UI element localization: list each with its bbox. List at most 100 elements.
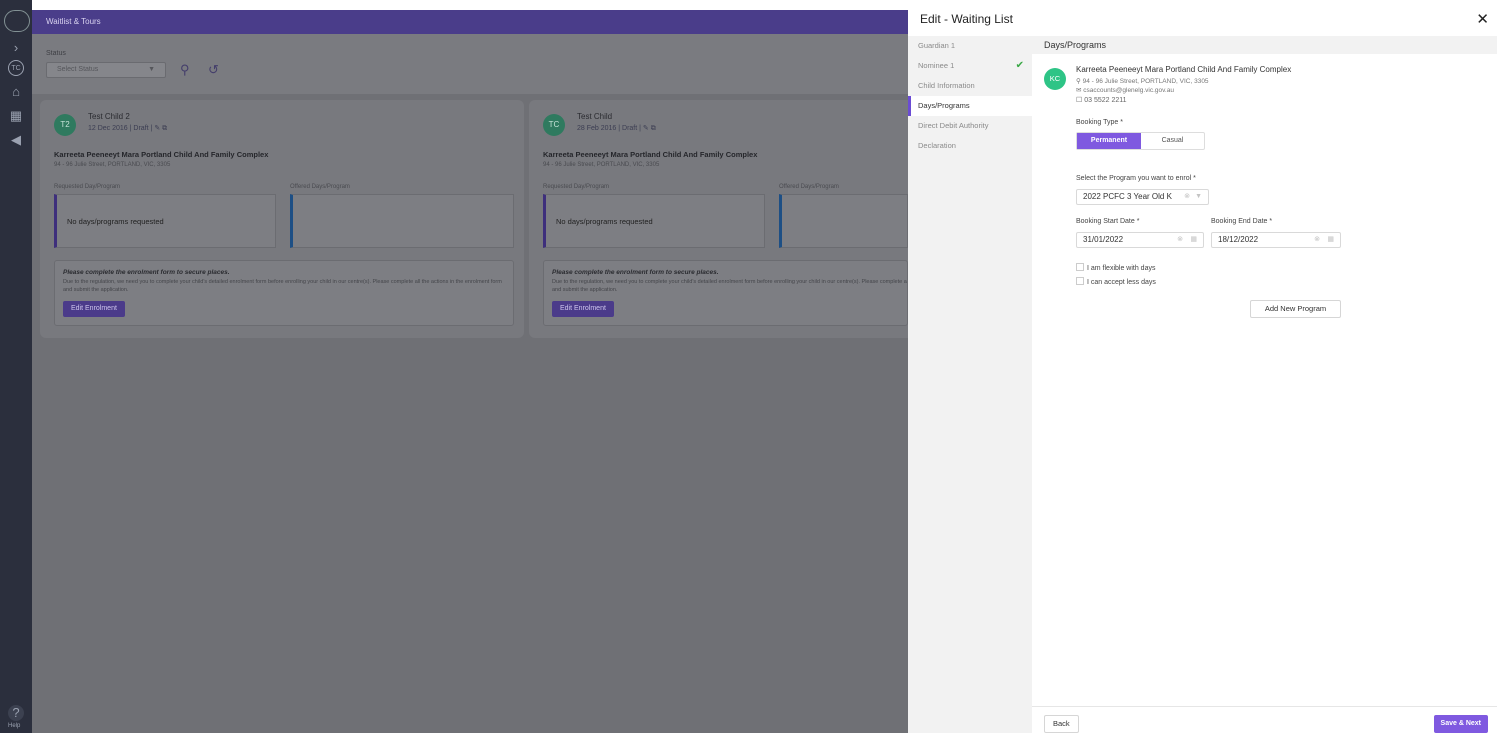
notice-title: Please complete the enrolment form to se… — [552, 269, 719, 276]
drawer-footer: Back Save & Next — [1032, 706, 1497, 733]
step-nominee-1[interactable]: Nominee 1 ✔ — [908, 56, 1032, 76]
address-text: 94 - 96 Julie Street, PORTLAND, VIC, 330… — [1082, 78, 1209, 85]
step-child-information[interactable]: Child Information — [908, 76, 1032, 96]
enrolment-notice: Please complete the enrolment form to se… — [54, 260, 514, 326]
step-label: Guardian 1 — [918, 41, 956, 50]
centre-name: Karreeta Peeneeyt Mara Portland Child An… — [543, 150, 758, 159]
left-rail: › TC ⌂ ▦ ◀ ? Help — [0, 0, 32, 733]
step-direct-debit-authority[interactable]: Direct Debit Authority — [908, 116, 1032, 136]
birth-date: 12 Dec 2016 — [88, 125, 128, 132]
permanent-button[interactable]: Permanent — [1077, 133, 1141, 149]
check-icon: ✔ — [1015, 60, 1024, 71]
centre-address: 94 - 96 Julie Street, PORTLAND, VIC, 330… — [54, 162, 171, 168]
checkbox-icon — [1076, 263, 1084, 271]
calendar-icon[interactable]: ▦ — [1190, 233, 1197, 247]
status-label: Status — [46, 50, 66, 57]
days-programs-form: Days/Programs KC Karreeta Peeneeyt Mara … — [1032, 36, 1497, 733]
home-icon[interactable]: ⌂ — [8, 84, 24, 100]
save-next-button[interactable]: Save & Next — [1433, 715, 1488, 733]
help-icon[interactable]: ? — [8, 705, 24, 721]
centre-phone: ☐ 03 5522 2211 — [1076, 96, 1127, 104]
step-guardian-1[interactable]: Guardian 1 — [908, 36, 1032, 56]
checkbox-icon — [1076, 277, 1084, 285]
requested-label: Requested Day/Program — [543, 184, 610, 190]
child-meta: 12 Dec 2016 | Draft | ✎ ⧉ — [88, 125, 168, 132]
back-button[interactable]: Back — [1044, 715, 1079, 733]
start-date-field[interactable]: 31/01/2022 ⊗ ▦ — [1076, 232, 1204, 248]
calendar-icon[interactable]: ▦ — [1327, 233, 1334, 247]
casual-button[interactable]: Casual — [1141, 133, 1204, 149]
user-circle-icon[interactable]: TC — [8, 60, 24, 76]
requested-text: No days/programs requested — [556, 217, 653, 226]
start-date-label: Booking Start Date * — [1076, 218, 1140, 225]
step-label: Days/Programs — [918, 101, 970, 110]
step-days-programs[interactable]: Days/Programs — [908, 96, 1032, 116]
clear-icon[interactable]: ⊗ — [1177, 233, 1183, 247]
centre-avatar: KC — [1044, 68, 1066, 90]
end-date-field[interactable]: 18/12/2022 ⊗ ▦ — [1211, 232, 1341, 248]
step-declaration[interactable]: Declaration — [908, 136, 1032, 156]
edit-icon[interactable]: ✎ — [154, 125, 160, 132]
centre-email: ✉ csaccounts@glenelg.vic.gov.au — [1076, 86, 1174, 94]
page-title: Waitlist & Tours — [46, 17, 101, 26]
clear-icon[interactable]: ⊗ — [1314, 233, 1320, 247]
end-date-value: 18/12/2022 — [1218, 235, 1259, 244]
child-card: T2 Test Child 2 12 Dec 2016 | Draft | ✎ … — [40, 100, 524, 338]
requested-text: No days/programs requested — [67, 217, 164, 226]
edit-enrolment-button[interactable]: Edit Enrolment — [63, 301, 125, 317]
program-label: Select the Program you want to enrol * — [1076, 175, 1196, 182]
clear-icon[interactable]: ⊗ — [1184, 190, 1190, 204]
child-meta: 28 Feb 2016 | Draft | ✎ ⧉ — [577, 125, 656, 132]
centre-name: Karreeta Peeneeyt Mara Portland Child An… — [54, 150, 269, 159]
status-placeholder: Select Status — [57, 66, 99, 73]
offered-box — [290, 194, 514, 248]
phone-icon: ☐ — [1076, 97, 1085, 104]
steps-nav: Guardian 1 Nominee 1 ✔ Child Information … — [908, 36, 1032, 733]
drawer-title: Edit - Waiting List — [920, 12, 1013, 26]
chevron-down-icon: ▼ — [1195, 193, 1202, 200]
megaphone-icon[interactable]: ◀ — [8, 132, 24, 148]
avatar: T2 — [54, 114, 76, 136]
section-title: Days/Programs — [1032, 36, 1497, 54]
flexible-label: I am flexible with days — [1087, 265, 1156, 272]
step-label: Child Information — [918, 81, 975, 90]
offered-label: Offered Days/Program — [290, 184, 350, 190]
email-text: csaccounts@glenelg.vic.gov.au — [1083, 87, 1174, 94]
chevron-right-icon[interactable]: › — [8, 40, 24, 56]
edit-icon[interactable]: ✎ — [643, 125, 649, 132]
offered-box — [779, 194, 908, 248]
status-select[interactable]: Select Status ▼ — [46, 62, 166, 78]
child-name: Test Child 2 — [88, 112, 130, 121]
waitlist-page: Status Select Status ▼ ⚲ ↺ T2 Test Child… — [32, 34, 908, 733]
requested-label: Requested Day/Program — [54, 184, 121, 190]
program-select[interactable]: 2022 PCFC 3 Year Old K ⊗ ▼ — [1076, 189, 1209, 205]
flexible-checkbox[interactable]: I am flexible with days — [1076, 263, 1155, 272]
enrolment-notice: Please complete the enrolment form to se… — [543, 260, 908, 326]
centre-name: Karreeta Peeneeyt Mara Portland Child An… — [1076, 65, 1292, 74]
birth-date: 28 Feb 2016 — [577, 125, 617, 132]
requested-box: No days/programs requested — [543, 194, 765, 248]
step-label: Nominee 1 — [918, 61, 955, 70]
edit-enrolment-button[interactable]: Edit Enrolment — [552, 301, 614, 317]
less-days-label: I can accept less days — [1087, 279, 1156, 286]
less-days-checkbox[interactable]: I can accept less days — [1076, 277, 1156, 286]
open-icon[interactable]: ⧉ — [651, 125, 656, 132]
centre-address: 94 - 96 Julie Street, PORTLAND, VIC, 330… — [543, 162, 660, 168]
reset-icon[interactable]: ↺ — [208, 62, 219, 78]
booking-type-label: Booking Type * — [1076, 119, 1123, 126]
step-label: Direct Debit Authority — [918, 121, 989, 130]
search-icon[interactable]: ⚲ — [180, 62, 190, 78]
close-icon[interactable]: ✕ — [1476, 10, 1489, 28]
edit-waiting-list-drawer: Edit - Waiting List ✕ Guardian 1 Nominee… — [908, 0, 1497, 733]
child-name: Test Child — [577, 112, 613, 121]
start-date-value: 31/01/2022 — [1083, 235, 1124, 244]
app-logo[interactable] — [4, 10, 30, 32]
filter-bar: Status Select Status ▼ ⚲ ↺ — [32, 34, 908, 94]
child-card: TC Test Child 28 Feb 2016 | Draft | ✎ ⧉ … — [529, 100, 908, 338]
top-bar: Waitlist & Tours — [32, 10, 908, 34]
add-new-program-button[interactable]: Add New Program — [1250, 300, 1341, 318]
open-icon[interactable]: ⧉ — [162, 125, 167, 132]
calendar-icon[interactable]: ▦ — [8, 108, 24, 124]
help-label: Help — [8, 723, 21, 729]
requested-box: No days/programs requested — [54, 194, 276, 248]
